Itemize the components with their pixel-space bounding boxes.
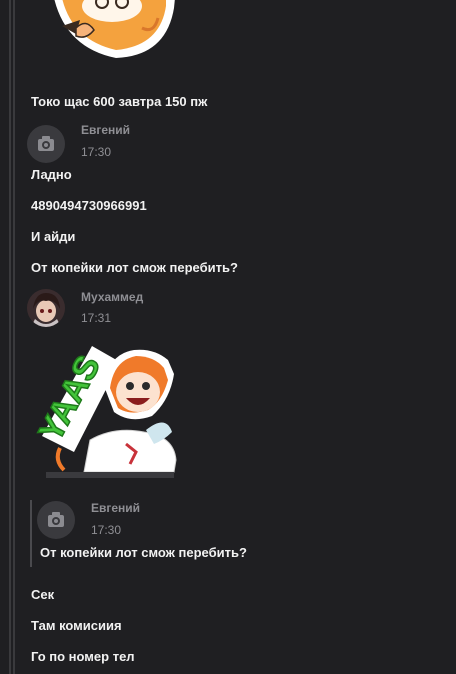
message-text: Сек — [31, 587, 55, 602]
quote-bar — [30, 500, 32, 567]
sticker-top[interactable] — [46, 0, 186, 70]
quote-time: 17:30 — [91, 523, 122, 537]
quote-author-name[interactable]: Евгений — [91, 501, 140, 515]
message-time: 17:31 — [81, 311, 112, 325]
message-time: 17:30 — [81, 145, 112, 159]
author-name[interactable]: Мухаммед — [81, 290, 143, 304]
message-text: Го по номер тел — [31, 649, 135, 664]
message-text: И айди — [31, 229, 76, 244]
sticker-yaas[interactable]: YAAS — [31, 340, 180, 478]
camera-icon — [38, 136, 54, 151]
quote-avatar[interactable] — [37, 501, 75, 539]
message-text: От копейки лот смож перебить? — [31, 260, 238, 275]
anime-avatar-image — [27, 289, 65, 327]
quote-text[interactable]: От копейки лот смож перебить? — [40, 545, 247, 560]
message-text: Ладно — [31, 167, 72, 182]
message-text: Токо щас 600 завтра 150 пж — [31, 94, 208, 109]
user-avatar[interactable] — [27, 289, 65, 327]
message-text: 4890494730966991 — [31, 198, 147, 213]
user-avatar[interactable] — [27, 125, 65, 163]
author-name[interactable]: Евгений — [81, 123, 130, 137]
camera-icon — [48, 512, 64, 527]
message-text: Там комисиия — [31, 618, 122, 633]
thread-rule — [9, 0, 11, 674]
thread-rule — [13, 0, 15, 674]
